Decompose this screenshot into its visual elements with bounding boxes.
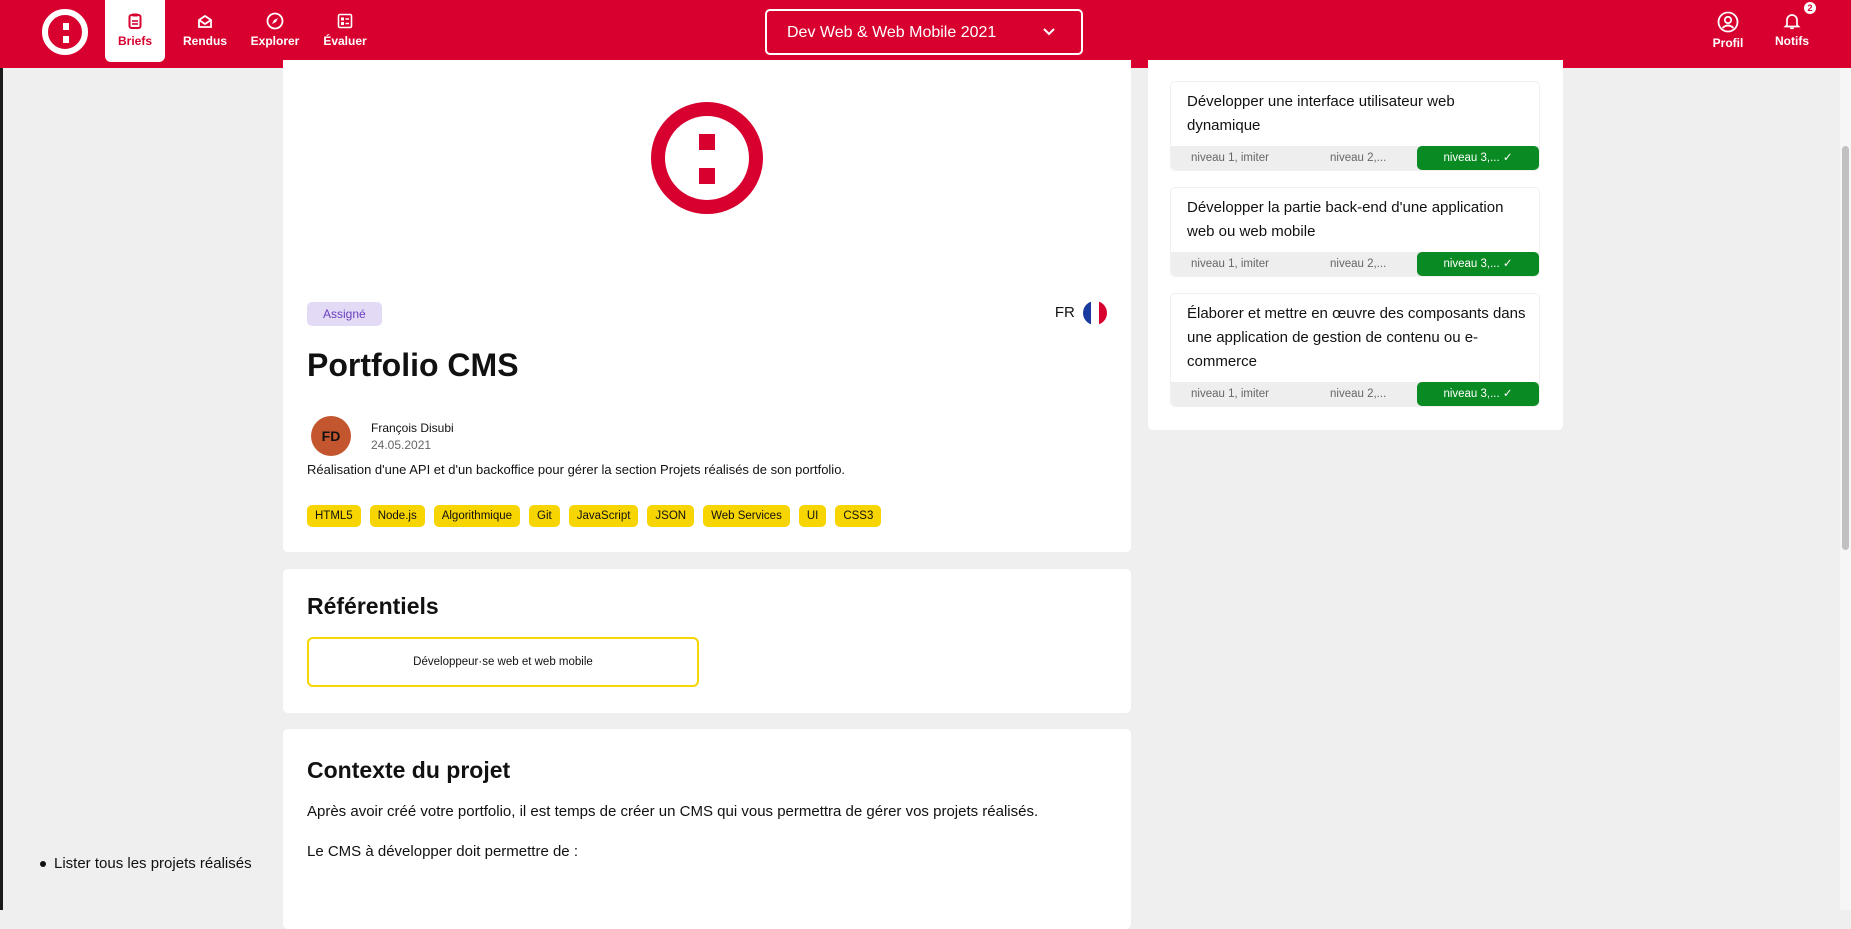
referentiel-item[interactable]: Développeur·se web et web mobile [307,637,699,687]
tag[interactable]: Algorithmique [433,505,521,527]
app-logo[interactable] [42,9,88,55]
tag[interactable]: JSON [647,505,695,527]
nav-briefs[interactable]: Briefs [105,0,165,62]
notification-count-badge: 2 [1804,2,1816,14]
bell-icon [1783,14,1801,30]
clipboard-icon [128,13,142,29]
competence-levels: niveau 1, imiter niveau 2,... niveau 3,.… [1171,146,1539,170]
language-indicator: FR [1055,301,1107,325]
tag[interactable]: Web Services [703,505,790,527]
tag[interactable]: CSS3 [835,505,882,527]
competence-levels: niveau 1, imiter niveau 2,... niveau 3,.… [1171,252,1539,276]
competence-item[interactable]: Développer une interface utilisateur web… [1170,81,1540,171]
brief-title: Portfolio CMS [307,347,519,383]
status-badge: Assigné [307,302,382,326]
nav-rendus-label: Rendus [182,34,227,48]
cohort-select[interactable]: Dev Web & Web Mobile 2021 [765,9,1083,55]
level-3-label: niveau 3,... [1443,388,1500,400]
competences-card: Développer une interface utilisateur web… [1148,60,1563,430]
competence-item[interactable]: Élaborer et mettre en œuvre des composan… [1170,293,1540,407]
context-card: Contexte du projet Après avoir créé votr… [283,729,1131,929]
competence-item[interactable]: Développer la partie back-end d'une appl… [1170,187,1540,277]
cohort-select-value: Dev Web & Web Mobile 2021 [787,24,997,41]
tag[interactable]: JavaScript [568,505,639,527]
level-2[interactable]: niveau 2,... [1330,382,1386,406]
brief-date: 24.05.2021 [371,438,432,452]
compass-icon [266,12,284,30]
level-1[interactable]: niveau 1, imiter [1191,382,1269,406]
tag[interactable]: Node.js [369,505,425,527]
tag-list: HTML5 Node.js Algorithmique Git JavaScri… [307,505,882,527]
check-icon: ✓ [1502,388,1513,400]
nav-explorer-label: Explorer [250,34,300,48]
competence-title: Développer une interface utilisateur web… [1187,93,1455,134]
nav-notifs[interactable]: 2 Notifs [1762,0,1822,62]
france-flag-icon [1083,301,1107,325]
context-list-item: Lister tous les projets réalisés [40,855,252,872]
level-2[interactable]: niveau 2,... [1330,252,1386,276]
nav-profil-label: Profil [1712,36,1744,50]
author-avatar[interactable]: FD [311,416,351,456]
bullet-icon [40,861,46,868]
tag[interactable]: HTML5 [307,505,361,527]
level-3-selected[interactable]: niveau 3,... ✓ [1417,382,1539,406]
window-edge [0,0,3,910]
brief-description: Réalisation d'une API et d'un backoffice… [307,462,846,477]
top-nav-bar: Briefs Rendus Explorer Évaluer Dev Web &… [0,0,1851,68]
nav-profil[interactable]: Profil [1698,0,1758,62]
nav-evaluer-label: Évaluer [323,34,367,48]
level-3-label: niveau 3,... [1443,152,1500,164]
competence-levels: niveau 1, imiter niveau 2,... niveau 3,.… [1171,382,1539,406]
level-3-label: niveau 3,... [1443,258,1500,270]
context-list-item-text: Lister tous les projets réalisés [54,855,252,872]
context-paragraph: Après avoir créé votre portfolio, il est… [307,803,1039,820]
user-circle-icon [1717,11,1739,33]
nav-briefs-label: Briefs [117,34,152,48]
level-1[interactable]: niveau 1, imiter [1191,146,1269,170]
nav-rendus[interactable]: Rendus [175,0,235,62]
level-1[interactable]: niveau 1, imiter [1191,252,1269,276]
brief-logo-image [651,102,763,214]
competence-title: Développer la partie back-end d'une appl… [1187,199,1504,240]
tag[interactable]: UI [798,505,827,527]
level-3-selected[interactable]: niveau 3,... ✓ [1417,146,1539,170]
check-icon: ✓ [1502,152,1513,164]
nav-explorer[interactable]: Explorer [245,0,305,62]
tag[interactable]: Git [529,505,560,527]
referentiels-card: Référentiels Développeur·se web et web m… [283,569,1131,713]
referentiels-heading: Référentiels [307,593,439,619]
check-icon: ✓ [1502,258,1513,270]
chevron-down-icon [1043,28,1055,36]
nav-evaluer[interactable]: Évaluer [315,0,375,62]
language-code: FR [1054,303,1075,321]
context-paragraph: Le CMS à développer doit permettre de : [307,843,578,860]
level-3-selected[interactable]: niveau 3,... ✓ [1417,252,1539,276]
level-2[interactable]: niveau 2,... [1330,146,1386,170]
competence-title: Élaborer et mettre en œuvre des composan… [1187,305,1526,370]
brief-card: Assigné FR Portfolio CMS FD François Dis… [283,60,1131,552]
context-heading: Contexte du projet [307,757,511,783]
scrollbar-thumb[interactable] [1842,146,1849,550]
author-name[interactable]: François Disubi [371,421,454,435]
nav-notifs-label: Notifs [1775,34,1809,48]
inbox-icon [198,14,212,28]
checklist-icon [337,13,353,29]
